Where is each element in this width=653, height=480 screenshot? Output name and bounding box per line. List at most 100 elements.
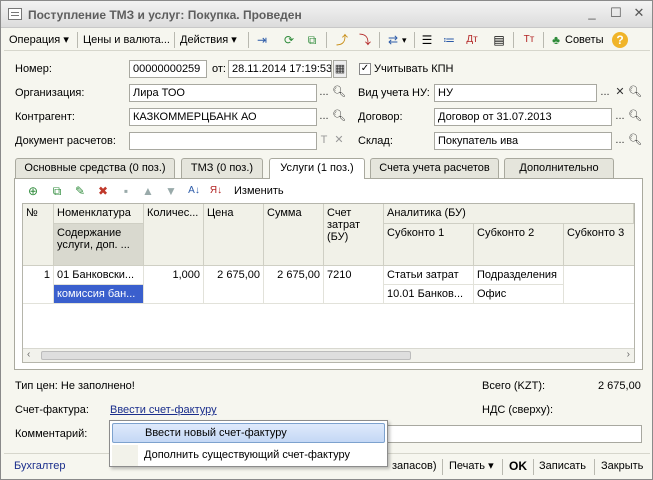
column-header-content[interactable]: Содержание услуги, доп. ... — [54, 224, 144, 266]
contractor-label: Контрагент: — [15, 111, 75, 123]
column-header-nomenclature[interactable]: Номенклатура — [54, 204, 144, 224]
report-icon[interactable]: ▤ — [490, 31, 508, 49]
list-icon[interactable]: ≔ — [440, 31, 458, 49]
post-icon[interactable]: ⇥ — [253, 31, 271, 49]
dt-kt-icon[interactable]: Дт — [463, 31, 481, 49]
column-header-quantity[interactable]: Количес... — [144, 204, 204, 266]
select-button[interactable]: ... — [317, 84, 331, 102]
help-icon[interactable]: ? — [612, 32, 628, 48]
column-header-subconto-3[interactable]: Субконто 3 — [564, 224, 634, 266]
quantity-cell[interactable]: 1,000 — [144, 266, 204, 304]
stock-button-text[interactable]: запасов) — [392, 458, 436, 474]
tab-fixed-assets[interactable]: Основные средства (0 поз.) — [15, 158, 175, 178]
nomenclature-cell[interactable]: 01 Банковски... — [54, 266, 144, 285]
add-row-icon[interactable]: ⊕ — [24, 182, 42, 200]
save-button[interactable]: Записать — [539, 458, 586, 474]
price-cell[interactable]: 2 675,00 — [204, 266, 264, 304]
contract-field[interactable]: Договор от 31.07.2013 — [434, 108, 612, 126]
tab-inventory[interactable]: ТМЗ (0 поз.) — [181, 158, 263, 178]
delete-row-icon[interactable]: ✖ — [94, 182, 112, 200]
kpn-checkbox[interactable]: ✓ — [359, 63, 371, 75]
clear-icon[interactable]: ✕ — [332, 132, 346, 150]
journal-icon[interactable]: ⤵ — [356, 31, 374, 49]
column-header-account[interactable]: Счет затрат (БУ) — [324, 204, 384, 266]
text-icon[interactable]: Tт — [520, 31, 538, 49]
advice-button[interactable]: Советы — [565, 32, 603, 48]
select-button[interactable]: ... — [613, 132, 627, 150]
warehouse-field[interactable]: Покупатель ива — [434, 132, 612, 150]
select-button[interactable]: ... — [598, 84, 612, 102]
menu-item-add-to-invoice[interactable]: Дополнить существующий счет-фактуру — [112, 446, 385, 466]
go-to-dropdown[interactable]: ▾ — [402, 32, 407, 48]
clear-icon[interactable]: ✕ — [613, 84, 627, 102]
row-number-cell[interactable]: 1 — [23, 266, 54, 304]
close-button[interactable]: Закрыть — [601, 458, 643, 474]
tab-settlement-accounts[interactable]: Счета учета расчетов — [370, 158, 499, 178]
calendar-icon[interactable]: ▦ — [333, 60, 347, 78]
subconto-1-type-cell[interactable]: Статьи затрат — [384, 266, 474, 285]
subconto-1-value-cell[interactable]: 10.01 Банков... — [384, 285, 474, 304]
type-icon[interactable]: T — [317, 132, 331, 150]
subconto-2-value-cell[interactable]: Офис — [474, 285, 564, 304]
scroll-thumb[interactable] — [41, 351, 411, 360]
document-icon — [8, 8, 22, 20]
tab-additional[interactable]: Дополнительно — [504, 158, 614, 178]
operation-menu[interactable]: Операция ▾ — [9, 32, 69, 48]
column-header-subconto-1[interactable]: Субконто 1 — [384, 224, 474, 266]
toolbar-separator — [502, 459, 503, 475]
actions-menu[interactable]: Действия ▾ — [180, 32, 237, 48]
content-cell[interactable]: комиссия бан... — [54, 285, 144, 304]
nu-field[interactable]: НУ — [434, 84, 597, 102]
print-menu[interactable]: Печать ▾ — [449, 458, 494, 474]
edit-row-icon[interactable]: ✎ — [71, 182, 89, 200]
contractor-field[interactable]: КАЗКОММЕРЦБАНК АО — [129, 108, 317, 126]
column-header-analytics[interactable]: Аналитика (БУ) — [384, 204, 634, 224]
accountant-link[interactable]: Бухгалтер — [14, 458, 65, 474]
invoice-label: Счет-фактура: — [15, 404, 89, 416]
select-button[interactable]: ... — [613, 108, 627, 126]
end-edit-icon[interactable]: ▪ — [117, 182, 135, 200]
based-on-icon[interactable]: ⤴ — [333, 31, 351, 49]
edit-button[interactable]: Изменить — [234, 183, 284, 199]
select-button[interactable]: ... — [317, 108, 331, 126]
search-icon[interactable]: 🔍︎ — [332, 84, 346, 102]
search-icon[interactable]: 🔍︎ — [628, 132, 642, 150]
sort-asc-icon[interactable]: A↓ — [185, 182, 203, 200]
close-icon[interactable]: ✕ — [631, 5, 647, 21]
column-header-subconto-2[interactable]: Субконто 2 — [474, 224, 564, 266]
sort-desc-icon[interactable]: Я↓ — [207, 182, 225, 200]
column-header-price[interactable]: Цена — [204, 204, 264, 266]
comment-field[interactable] — [387, 425, 642, 443]
number-field[interactable]: 00000000259 — [129, 60, 207, 78]
ok-button[interactable]: OK — [509, 458, 527, 474]
copy-row-icon[interactable]: ⧉ — [48, 182, 66, 200]
menu-item-new-invoice[interactable]: Ввести новый счет-фактуру — [112, 423, 385, 443]
column-header-sum[interactable]: Сумма — [264, 204, 324, 266]
structure-icon[interactable]: ☰ — [418, 31, 436, 49]
column-header-number[interactable]: № — [23, 204, 54, 266]
price-type-text: Тип цен: Не заполнено! — [15, 380, 135, 392]
search-icon[interactable]: 🔍︎ — [628, 108, 642, 126]
sum-cell[interactable]: 2 675,00 — [264, 266, 324, 304]
move-down-icon[interactable]: ▼ — [162, 182, 180, 200]
move-up-icon[interactable]: ▲ — [139, 182, 157, 200]
horizontal-scrollbar[interactable]: ‹ › — [23, 348, 634, 362]
maximize-icon[interactable]: ☐ — [608, 5, 624, 21]
settlement-doc-field[interactable] — [129, 132, 317, 150]
scroll-left-icon[interactable]: ‹ — [27, 349, 30, 360]
tab-services[interactable]: Услуги (1 поз.) — [269, 158, 365, 179]
refresh-icon[interactable]: ⟳ — [280, 31, 298, 49]
search-icon[interactable]: 🔍︎ — [332, 108, 346, 126]
date-field[interactable]: 28.11.2014 17:19:53 — [228, 60, 332, 78]
go-to-icon[interactable]: ⇄ — [384, 31, 402, 49]
organization-field[interactable]: Лира ТОО — [129, 84, 317, 102]
subconto-3-cell[interactable] — [564, 266, 634, 304]
scroll-right-icon[interactable]: › — [627, 349, 630, 360]
copy-icon[interactable]: ⧉ — [303, 31, 321, 49]
subconto-2-type-cell[interactable]: Подразделения — [474, 266, 564, 285]
search-icon[interactable]: 🔍︎ — [628, 84, 642, 102]
prices-button[interactable]: Цены и валюта... — [83, 32, 170, 48]
minimize-icon[interactable]: _ — [584, 5, 600, 21]
account-cell[interactable]: 7210 — [324, 266, 384, 304]
invoice-link[interactable]: Ввести счет-фактуру — [110, 404, 217, 416]
